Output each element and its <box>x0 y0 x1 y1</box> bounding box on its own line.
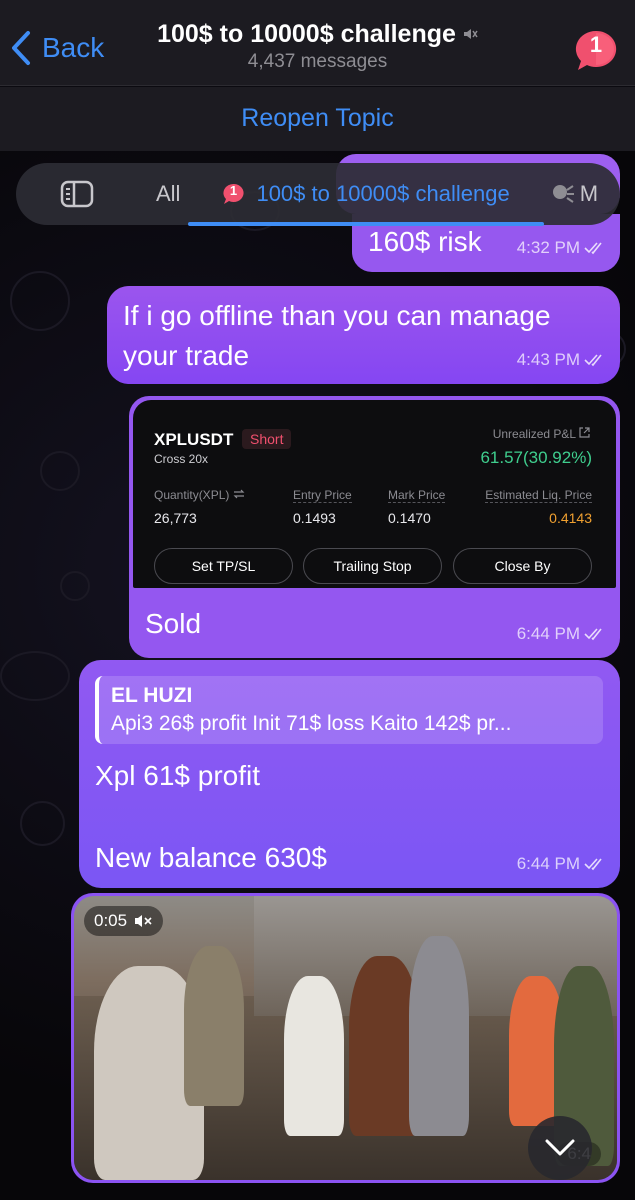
muted-speaker-icon <box>135 915 152 927</box>
message-count: 4,437 messages <box>247 51 388 72</box>
chat-title: 100$ to 10000$ challenge <box>157 20 456 48</box>
topic-tabs: All 1 100$ to 10000$ challenge M <box>16 163 620 225</box>
reply-quote[interactable]: EL HUZI Api3 26$ profit Init 71$ loss Ka… <box>95 676 603 744</box>
pnl-value: 61.57(30.92%) <box>480 448 592 467</box>
chat-header: Back 100$ to 10000$ challenge 4,437 mess… <box>0 0 635 86</box>
message-time: 4:43 PM <box>517 350 606 370</box>
message-bubble-photo[interactable]: XPLUSDT Short Cross 20x Unrealized P&L 6… <box>129 396 620 658</box>
tab-challenge[interactable]: 1 100$ to 10000$ challenge <box>222 181 510 207</box>
mark-value: 0.1470 <box>388 510 431 526</box>
double-check-icon <box>584 858 602 871</box>
tab-all[interactable]: All <box>156 181 180 207</box>
reply-snippet: Api3 26$ profit Init 71$ loss Kaito 142$… <box>111 712 512 735</box>
tab-next[interactable]: M <box>550 181 598 207</box>
double-check-icon <box>584 354 602 367</box>
liq-value: 0.4143 <box>549 510 592 526</box>
message-text: Xpl 61$ profit <box>95 760 260 791</box>
chevron-down-icon <box>545 1139 575 1156</box>
scroll-down-button[interactable] <box>528 1116 592 1180</box>
double-check-icon <box>584 628 602 641</box>
swap-icon <box>233 489 245 499</box>
reopen-topic-button[interactable]: Reopen Topic <box>0 87 635 151</box>
trade-margin: Cross 20x <box>154 452 209 466</box>
speech-icon <box>552 185 574 203</box>
double-check-icon <box>584 242 602 255</box>
trade-side-badge: Short <box>242 429 292 449</box>
message-text: 160$ risk <box>368 226 482 257</box>
qty-value: 26,773 <box>154 510 197 526</box>
topic-avatar[interactable]: 1 <box>573 28 619 74</box>
close-by-button[interactable]: Close By <box>453 548 592 584</box>
reply-author: EL HUZI <box>111 684 193 707</box>
message-time: 6:44 PM <box>517 854 606 874</box>
trade-screenshot[interactable]: XPLUSDT Short Cross 20x Unrealized P&L 6… <box>133 400 616 588</box>
entry-label: Entry Price <box>293 488 352 503</box>
set-tpsl-button[interactable]: Set TP/SL <box>154 548 293 584</box>
chat-title-block[interactable]: 100$ to 10000$ challenge 4,437 messages <box>0 20 635 73</box>
tab-next-label: M <box>579 181 599 206</box>
message-text: New balance 630$ <box>95 842 327 873</box>
mark-label: Mark Price <box>388 488 446 503</box>
message-text: Sold <box>145 608 202 639</box>
share-icon <box>579 427 590 438</box>
sidebar-toggle-icon[interactable] <box>60 180 94 208</box>
liq-label: Estimated Liq. Price <box>485 488 592 503</box>
trade-symbol: XPLUSDT <box>154 430 234 449</box>
qty-label: Quantity(XPL) <box>154 488 245 502</box>
muted-speaker-icon <box>462 20 478 49</box>
message-time: 6:44 PM <box>517 624 606 644</box>
tab-challenge-label: 100$ to 10000$ challenge <box>256 181 510 206</box>
active-tab-indicator <box>188 222 544 226</box>
unread-count: 1 <box>589 32 603 57</box>
message-time: 4:32 PM <box>517 238 606 258</box>
entry-value: 0.1493 <box>293 510 336 526</box>
topic-bubble-icon: 1 <box>222 182 248 206</box>
message-bubble[interactable]: If i go offline than you can manage your… <box>107 286 620 384</box>
pnl-label: Unrealized P&L <box>493 427 590 441</box>
trailing-stop-button[interactable]: Trailing Stop <box>303 548 442 584</box>
message-bubble-reply[interactable]: EL HUZI Api3 26$ profit Init 71$ loss Ka… <box>79 660 620 888</box>
video-duration-badge: 0:05 <box>84 906 164 936</box>
